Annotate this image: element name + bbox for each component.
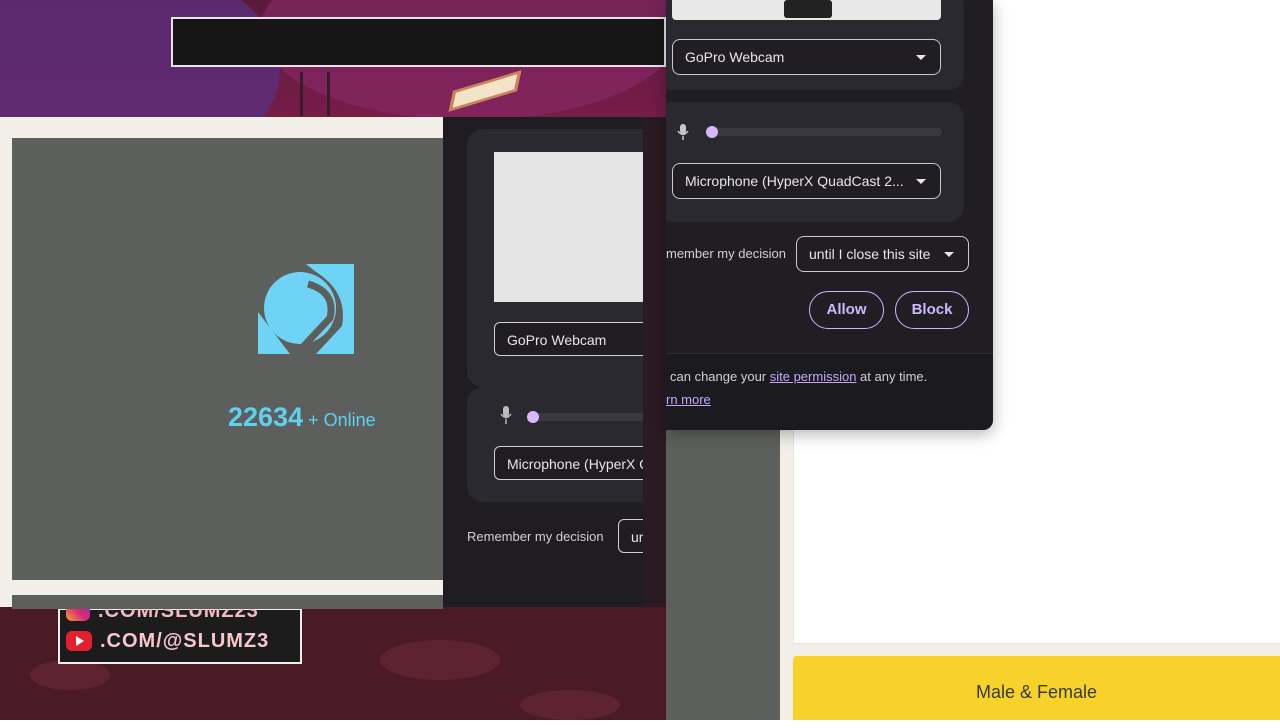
online-count: 22634 [228,402,304,432]
chat-site-panel: 22634 + Online [0,117,443,609]
ladder-graphic [300,72,330,116]
block-button[interactable]: Block [895,291,969,329]
remember-label: member my decision [666,246,786,261]
youtube-icon [66,631,92,651]
camera-select[interactable]: GoPro Webcam [494,322,643,356]
camera-select[interactable]: GoPro Webcam [672,39,941,75]
stream-strip [643,117,666,607]
duration-select-value: until I close this site [809,246,931,262]
remember-label: Remember my decision [467,529,604,544]
microphone-select-value: Microphone (HyperX QuadCast 2... [685,173,904,189]
microphone-icon [500,406,512,424]
online-label: + Online [303,410,376,430]
slider-knob[interactable] [706,126,718,138]
online-counter: 22634 + Online [228,402,376,433]
note-prefix: can change your [670,369,770,384]
camera-device-graphic [784,0,832,18]
camera-select-value: GoPro Webcam [685,49,785,65]
slider-knob[interactable] [527,411,539,423]
permission-note: can change your site permission at any t… [670,369,927,384]
microphone-card [467,387,643,502]
popup-footer [666,354,993,430]
camera-preview [672,0,941,20]
site-logo-icon [258,264,354,354]
mic-level-slider[interactable] [706,126,942,138]
note-suffix: at any time. [856,369,928,384]
permission-popup-mirror: GoPro Webcam Microphone (HyperX Q Rememb… [443,117,643,607]
social-overlay: .COM/SLUMZ23 .COM/@SLUMZ3 [58,600,302,664]
video-placeholder [12,138,443,580]
background-rock [30,660,110,690]
microphone-card [666,102,964,222]
chevron-down-icon [916,55,926,60]
learn-more-link[interactable]: rn more [666,392,711,407]
microphone-icon [677,124,689,140]
social-row-youtube: .COM/@SLUMZ3 [66,628,269,654]
duration-select[interactable]: until I close this site [796,236,969,272]
stream-overlay-bar [171,17,666,67]
microphone-select[interactable]: Microphone (HyperX QuadCast 2... [672,163,941,199]
permission-popup: GoPro Webcam Microphone (HyperX QuadCast… [666,0,993,430]
chevron-down-icon [944,252,954,257]
allow-button[interactable]: Allow [809,291,884,329]
gender-filter-button[interactable]: Male & Female [793,656,1280,720]
background-rock [380,640,500,680]
mic-level-slider[interactable] [527,411,643,423]
panel-bottom-bar [12,595,443,609]
microphone-select[interactable]: Microphone (HyperX Q [494,446,643,480]
camera-preview [494,152,643,302]
chevron-down-icon [916,179,926,184]
duration-select[interactable]: ur [618,519,643,553]
site-permission-link[interactable]: site permission [770,369,857,384]
background-rock [520,690,620,720]
youtube-handle: .COM/@SLUMZ3 [100,629,270,652]
